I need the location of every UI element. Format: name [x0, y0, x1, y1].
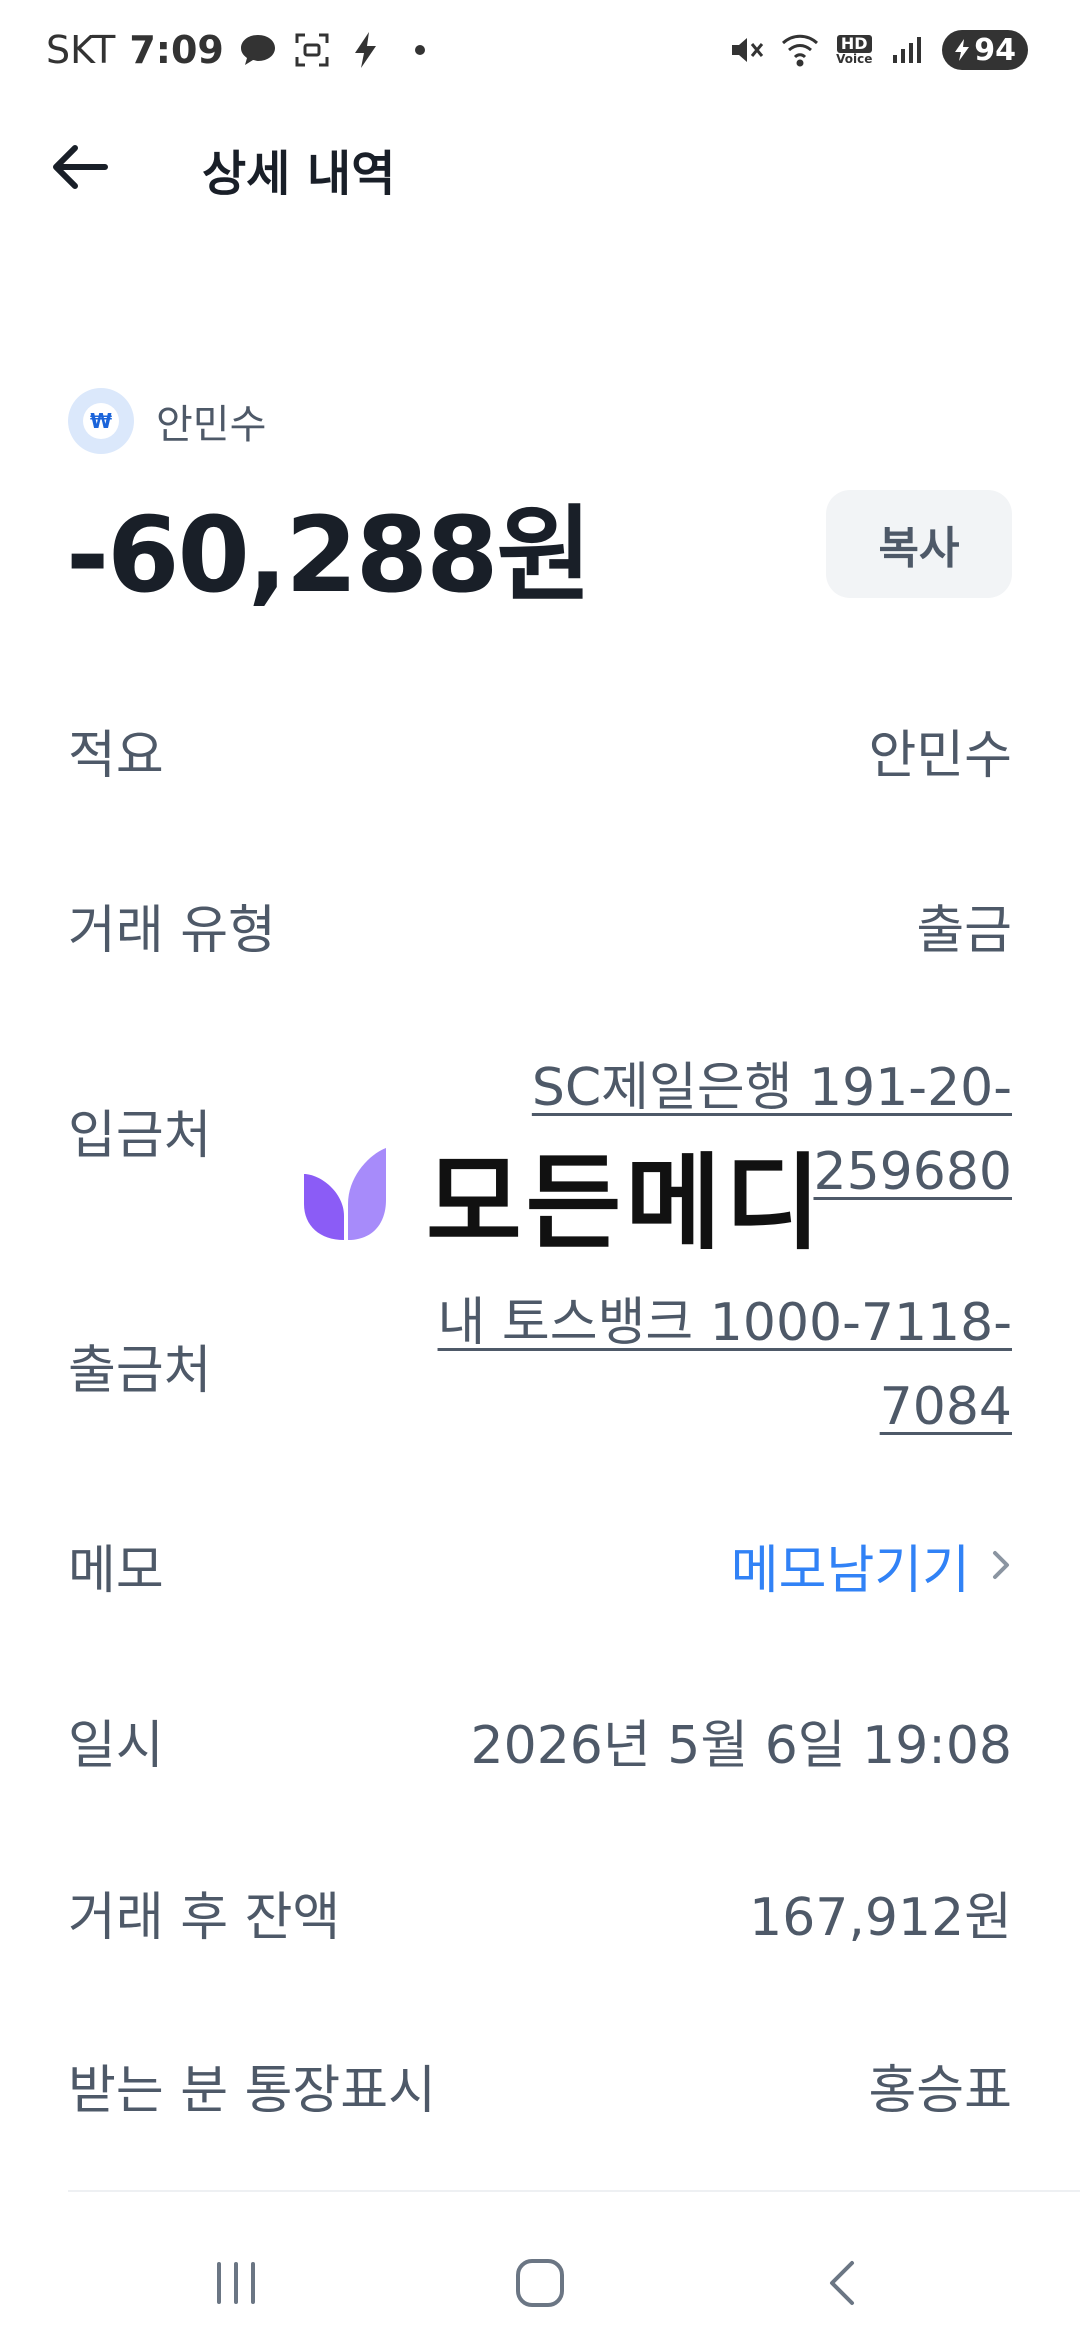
detail-value: 167,912원 [749, 1887, 1012, 1948]
status-bar-right: HD Voice 94 [726, 28, 1028, 72]
account-name: 안민수 [156, 402, 267, 448]
leave-memo-label: 메모남기기 [730, 1540, 970, 1601]
carrier-label: SKT [46, 28, 116, 72]
watermark-logo-icon [304, 1147, 386, 1240]
system-nav-bar [0, 2220, 1080, 2340]
talk-bubble-icon [238, 30, 278, 70]
watermark-text: 모든메디 [426, 1142, 825, 1264]
detail-row-memo-title: 적요 안민수 [68, 700, 1012, 800]
detail-label: 적요 [68, 725, 164, 786]
charging-bolt-icon [955, 39, 970, 61]
bank-logo-glyph: ₩ [83, 403, 119, 439]
detail-row-memo: 메모 메모남기기 [68, 1515, 1012, 1615]
chevron-left-icon [830, 2261, 854, 2305]
account-summary: ₩ 안민수 [68, 388, 266, 454]
detail-label: 일시 [68, 1715, 164, 1776]
leave-memo-button[interactable]: 메모남기기 [731, 1528, 1012, 1603]
bank-logo-icon: ₩ [68, 388, 134, 454]
battery-level: 94 [974, 32, 1016, 68]
signal-icon [888, 30, 928, 70]
battery-indicator: 94 [942, 30, 1028, 70]
status-bar: SKT 7:09 HD Voice 94 [0, 0, 1080, 100]
screenshot-icon [292, 30, 332, 70]
copy-button[interactable]: 복사 [826, 490, 1012, 598]
withdraw-account-link[interactable]: 내 토스뱅크 1000-7118-7084 [392, 1281, 1012, 1449]
hd-label: HD [836, 35, 872, 53]
detail-value: 홍승표 [868, 2060, 1012, 2121]
detail-row-balance: 거래 후 잔액 167,912원 [68, 1862, 1012, 1962]
home-button[interactable] [500, 2248, 580, 2318]
detail-label: 입금처 [68, 1105, 212, 1166]
arrow-left-icon [53, 145, 108, 189]
detail-row-withdraw-account: 출금처 내 토스뱅크 1000-7118-7084 [68, 1275, 1012, 1455]
detail-label: 메모 [68, 1540, 164, 1601]
detail-value: 출금 [916, 900, 1012, 961]
detail-value: 2026년 5월 6일 19:08 [470, 1715, 1012, 1776]
detail-label: 거래 유형 [68, 900, 276, 961]
detail-label: 거래 후 잔액 [68, 1887, 341, 1948]
flash-icon [346, 30, 386, 70]
detail-label: 받는 분 통장표시 [68, 2060, 436, 2121]
detail-row-datetime: 일시 2026년 5월 6일 19:08 [68, 1690, 1012, 1790]
notification-dot-icon [400, 30, 440, 70]
watermark: 모든메디 [300, 1118, 825, 1269]
status-bar-left: SKT 7:09 [46, 28, 440, 72]
detail-row-recipient-display: 받는 분 통장표시 홍승표 [68, 2035, 1012, 2135]
home-icon [516, 2259, 564, 2307]
mute-icon [726, 30, 766, 70]
detail-value: 안민수 [868, 725, 1012, 786]
transaction-amount: -60,288원 [66, 494, 592, 616]
app-header: 상세 내역 [0, 110, 1080, 220]
detail-row-transaction-type: 거래 유형 출금 [68, 875, 1012, 975]
chevron-right-icon [993, 1551, 1009, 1579]
clock: 7:09 [129, 28, 224, 72]
back-button[interactable] [44, 132, 114, 202]
recent-apps-icon [217, 2262, 255, 2304]
voice-label: Voice [836, 52, 873, 66]
system-back-button[interactable] [802, 2248, 882, 2318]
divider [68, 2190, 1080, 2192]
page-title: 상세 내역 [202, 146, 396, 202]
wifi-icon [780, 30, 820, 70]
recent-apps-button[interactable] [196, 2248, 276, 2318]
hd-voice-icon: HD Voice [834, 30, 874, 70]
detail-label: 출금처 [68, 1340, 212, 1401]
